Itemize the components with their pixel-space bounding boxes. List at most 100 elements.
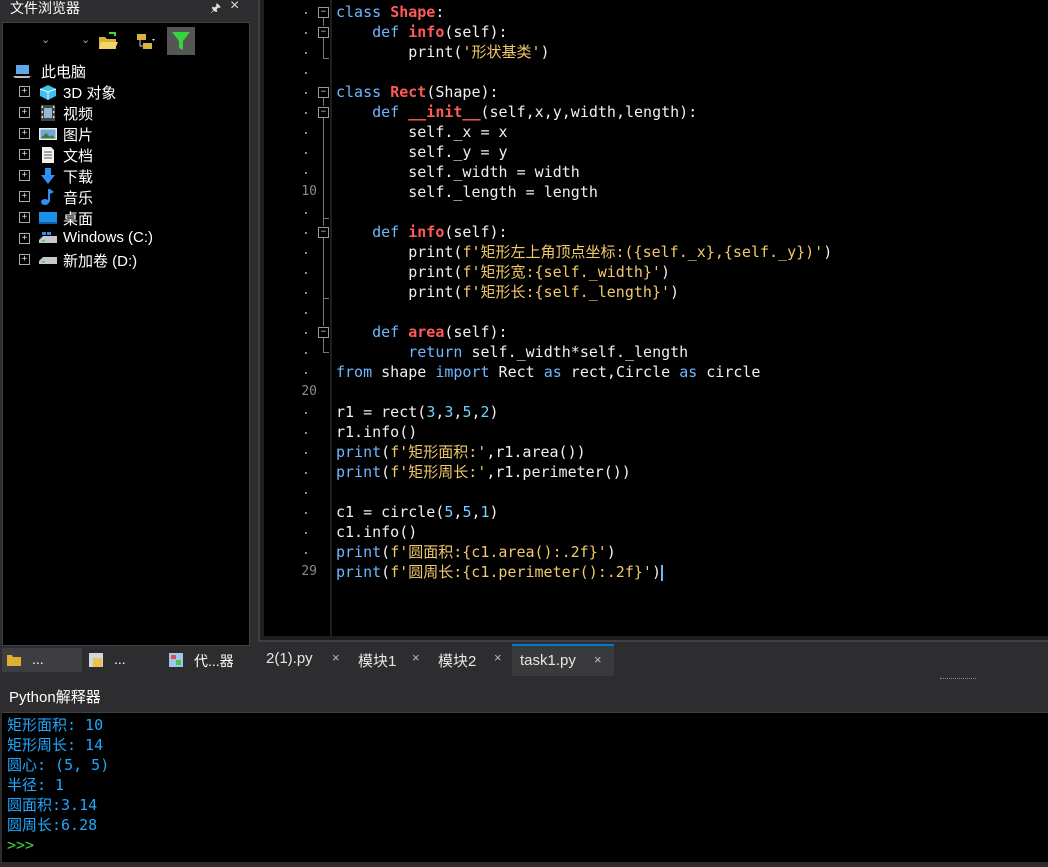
- tab-label: 代...器: [194, 653, 234, 669]
- tab-file-browser[interactable]: ...: [2, 648, 82, 672]
- fold-collapse-icon[interactable]: −: [318, 27, 329, 38]
- module-icon: [89, 653, 103, 667]
- file-browser-body: ⌄ ⌄ 此电脑 + 3D 对象 + 视频 + 图片 + 文档 + 下载 + 音乐…: [2, 22, 250, 646]
- tab-label: 2(1).py: [266, 650, 313, 667]
- line-marker-dot: [305, 352, 307, 354]
- interpreter-title: Python解释器: [9, 689, 101, 706]
- fold-guide: [323, 98, 324, 106]
- line-marker-dot: [305, 272, 307, 274]
- line-marker-dot: [305, 412, 307, 414]
- code-line: self._y = y: [336, 143, 508, 161]
- line-marker-dot: [305, 552, 307, 554]
- tab-label: ...: [114, 651, 126, 667]
- console-output-line: 矩形周长: 14: [7, 736, 104, 754]
- pin-icon[interactable]: 🖈︎: [210, 0, 221, 20]
- close-tab-icon[interactable]: ×: [412, 650, 420, 665]
- line-marker-dot: [305, 312, 307, 314]
- tab-module1[interactable]: 模块1 ×: [350, 644, 430, 674]
- code-line: print(f'矩形长:{self._length}'): [336, 283, 680, 301]
- expand-icon[interactable]: +: [19, 212, 30, 223]
- close-tab-icon[interactable]: ×: [494, 650, 502, 665]
- fold-collapse-icon[interactable]: −: [318, 7, 329, 18]
- console-prompt[interactable]: >>>: [7, 835, 34, 855]
- line-number: 29: [301, 564, 317, 579]
- close-icon[interactable]: ×: [230, 0, 239, 15]
- code-view-icon: [169, 653, 183, 667]
- console-output-line: 圆周长:6.28: [7, 816, 98, 834]
- code-line: print(f'矩形左上角顶点坐标:({self._x},{self._y})'…: [336, 243, 833, 261]
- code-editor: 10 20 29 − − − − − − class Shape: def in…: [258, 0, 1048, 642]
- fold-collapse-icon[interactable]: −: [318, 227, 329, 238]
- tab-code-view[interactable]: 代...器: [164, 648, 246, 672]
- tab-label: 模块1: [358, 653, 397, 670]
- expand-icon[interactable]: +: [19, 233, 30, 244]
- line-marker-dot: [305, 532, 307, 534]
- document-icon: [42, 147, 54, 163]
- line-marker-dot: [305, 492, 307, 494]
- code-line: self._x = x: [336, 123, 508, 141]
- code-line: def info(self):: [372, 23, 508, 41]
- line-marker-dot: [305, 212, 307, 214]
- folder-tree-icon[interactable]: [135, 31, 157, 53]
- music-note-icon: [41, 189, 54, 205]
- close-tab-icon[interactable]: ×: [594, 652, 602, 667]
- line-marker-dot: [305, 452, 307, 454]
- python-interpreter-console[interactable]: 矩形面积: 10 矩形周长: 14 圆心: (5, 5) 半径: 1 圆面积:3…: [2, 712, 1048, 863]
- code-line: def info(self):: [372, 223, 508, 241]
- code-line: print(f'圆面积:{c1.area():.2f}'): [336, 543, 616, 561]
- film-icon: [41, 105, 55, 121]
- code-line: self._length = length: [336, 183, 598, 201]
- tab-task1-py[interactable]: task1.py ×: [512, 644, 614, 676]
- file-browser-title: 文件浏览器: [10, 0, 80, 16]
- fold-collapse-icon[interactable]: −: [318, 107, 329, 118]
- fold-guide: [323, 298, 324, 326]
- filter-button[interactable]: [167, 27, 195, 55]
- fold-collapse-icon[interactable]: −: [318, 87, 329, 98]
- expand-icon[interactable]: +: [19, 254, 30, 265]
- line-marker-dot: [305, 52, 307, 54]
- code-text-area[interactable]: class Shape: def info(self): print('形状基类…: [332, 0, 1048, 636]
- chevron-down-icon[interactable]: ⌄: [81, 33, 90, 46]
- tree-item-label: 此电脑: [41, 64, 87, 81]
- expand-icon[interactable]: +: [19, 128, 30, 139]
- line-marker-dot: [305, 72, 307, 74]
- line-marker-dot: [305, 512, 307, 514]
- expand-icon[interactable]: +: [19, 170, 30, 181]
- code-line: def __init__(self,x,y,width,length):: [372, 103, 698, 121]
- tree-item-label: 音乐: [63, 190, 94, 207]
- code-line: r1.info(): [336, 423, 418, 441]
- code-line: print('形状基类'): [336, 43, 550, 61]
- desktop-icon: [39, 212, 57, 224]
- fold-collapse-icon[interactable]: −: [318, 327, 329, 338]
- code-line: c1.info(): [336, 523, 418, 541]
- file-browser-titlebar: 文件浏览器 🖈︎ ×: [0, 0, 252, 18]
- code-line: def area(self):: [372, 323, 508, 341]
- code-line: self._width = width: [336, 163, 580, 181]
- tab-modules[interactable]: ...: [84, 648, 162, 672]
- tree-item-label: 新加卷 (D:): [63, 253, 138, 270]
- console-output-line: 半径: 1: [7, 776, 65, 794]
- tab-label: task1.py: [520, 652, 576, 669]
- expand-icon[interactable]: +: [19, 86, 30, 97]
- expand-icon[interactable]: +: [19, 107, 30, 118]
- file-browser-tabs: ... ... 代...器: [0, 646, 250, 674]
- tab-module2[interactable]: 模块2 ×: [430, 644, 510, 674]
- close-tab-icon[interactable]: ×: [332, 650, 340, 665]
- editor-tab-bar: 2(1).py × 模块1 × 模块2 × task1.py ×: [258, 642, 1048, 676]
- drive-icon: [39, 232, 57, 243]
- line-marker-dot: [305, 32, 307, 34]
- code-line: print(f'矩形面积:',r1.area()): [336, 443, 586, 461]
- chevron-down-icon[interactable]: ⌄: [41, 33, 50, 46]
- code-line: from shape import Rect as rect,Circle as…: [336, 363, 761, 381]
- expand-icon[interactable]: +: [19, 191, 30, 202]
- console-output-line: 圆心: (5, 5): [7, 756, 110, 774]
- fold-guide: [323, 118, 324, 218]
- expand-icon[interactable]: +: [19, 149, 30, 160]
- download-arrow-icon: [41, 168, 55, 184]
- code-line: print(f'矩形周长:',r1.perimeter()): [336, 463, 631, 481]
- tab-2-1-py[interactable]: 2(1).py ×: [258, 644, 350, 674]
- open-folder-icon[interactable]: [97, 31, 119, 53]
- tree-item-label: 3D 对象: [63, 85, 117, 102]
- line-marker-dot: [305, 172, 307, 174]
- line-marker-dot: [305, 112, 307, 114]
